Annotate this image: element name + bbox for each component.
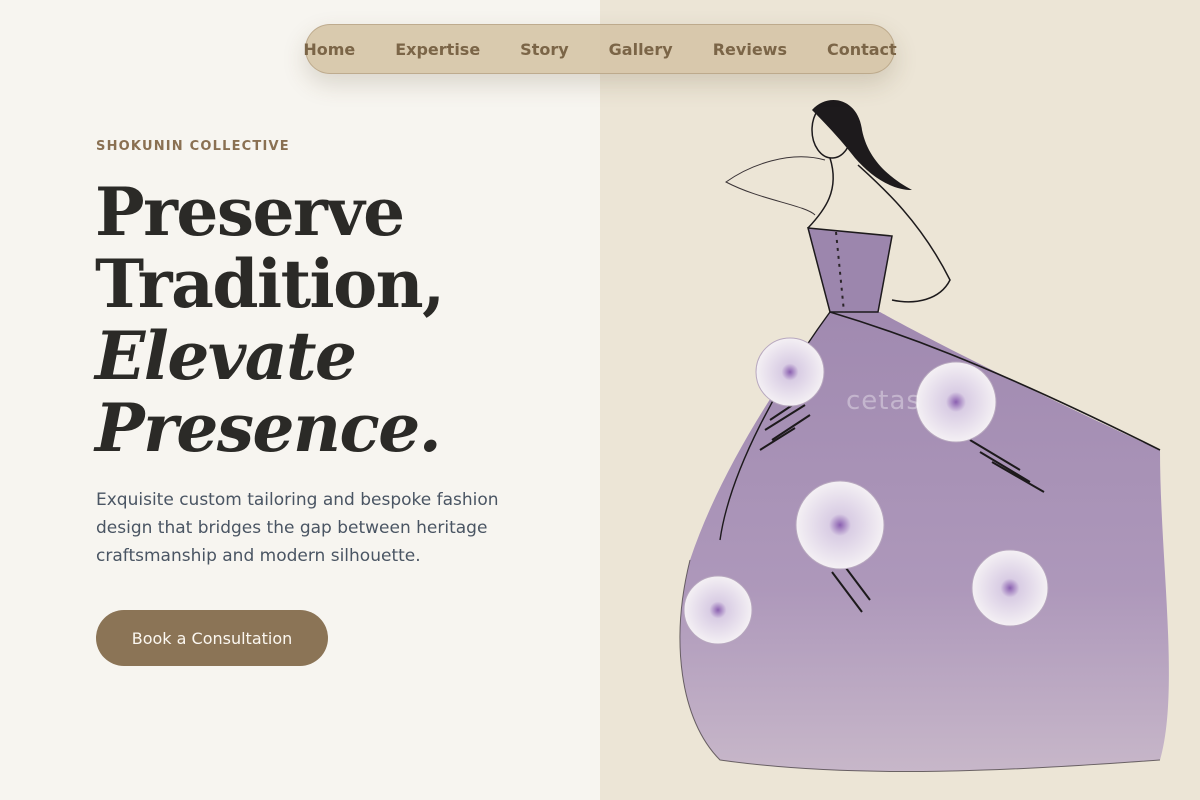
- nav-contact[interactable]: Contact: [807, 40, 917, 59]
- headline-line-2: Tradition,: [95, 245, 445, 323]
- gown-sketch-illustration: [600, 0, 1200, 800]
- nav-home[interactable]: Home: [283, 40, 375, 59]
- nav-reviews[interactable]: Reviews: [693, 40, 807, 59]
- headline-line-3: Elevate: [95, 317, 357, 395]
- nav-expertise[interactable]: Expertise: [375, 40, 500, 59]
- brand-eyebrow: SHOKUNIN COLLECTIVE: [96, 139, 290, 154]
- hero-illustration: [600, 0, 1200, 800]
- headline-line-4: Presence.: [95, 389, 442, 467]
- hero-headline: Preserve Tradition, Elevate Presence.: [95, 176, 575, 464]
- nav-gallery[interactable]: Gallery: [589, 40, 693, 59]
- nav-story[interactable]: Story: [500, 40, 588, 59]
- main-nav: Home Expertise Story Gallery Reviews Con…: [303, 24, 897, 74]
- headline-line-1: Preserve: [95, 173, 405, 251]
- hero-description: Exquisite custom tailoring and bespoke f…: [96, 490, 499, 566]
- book-consultation-button[interactable]: Book a Consultation: [96, 610, 328, 666]
